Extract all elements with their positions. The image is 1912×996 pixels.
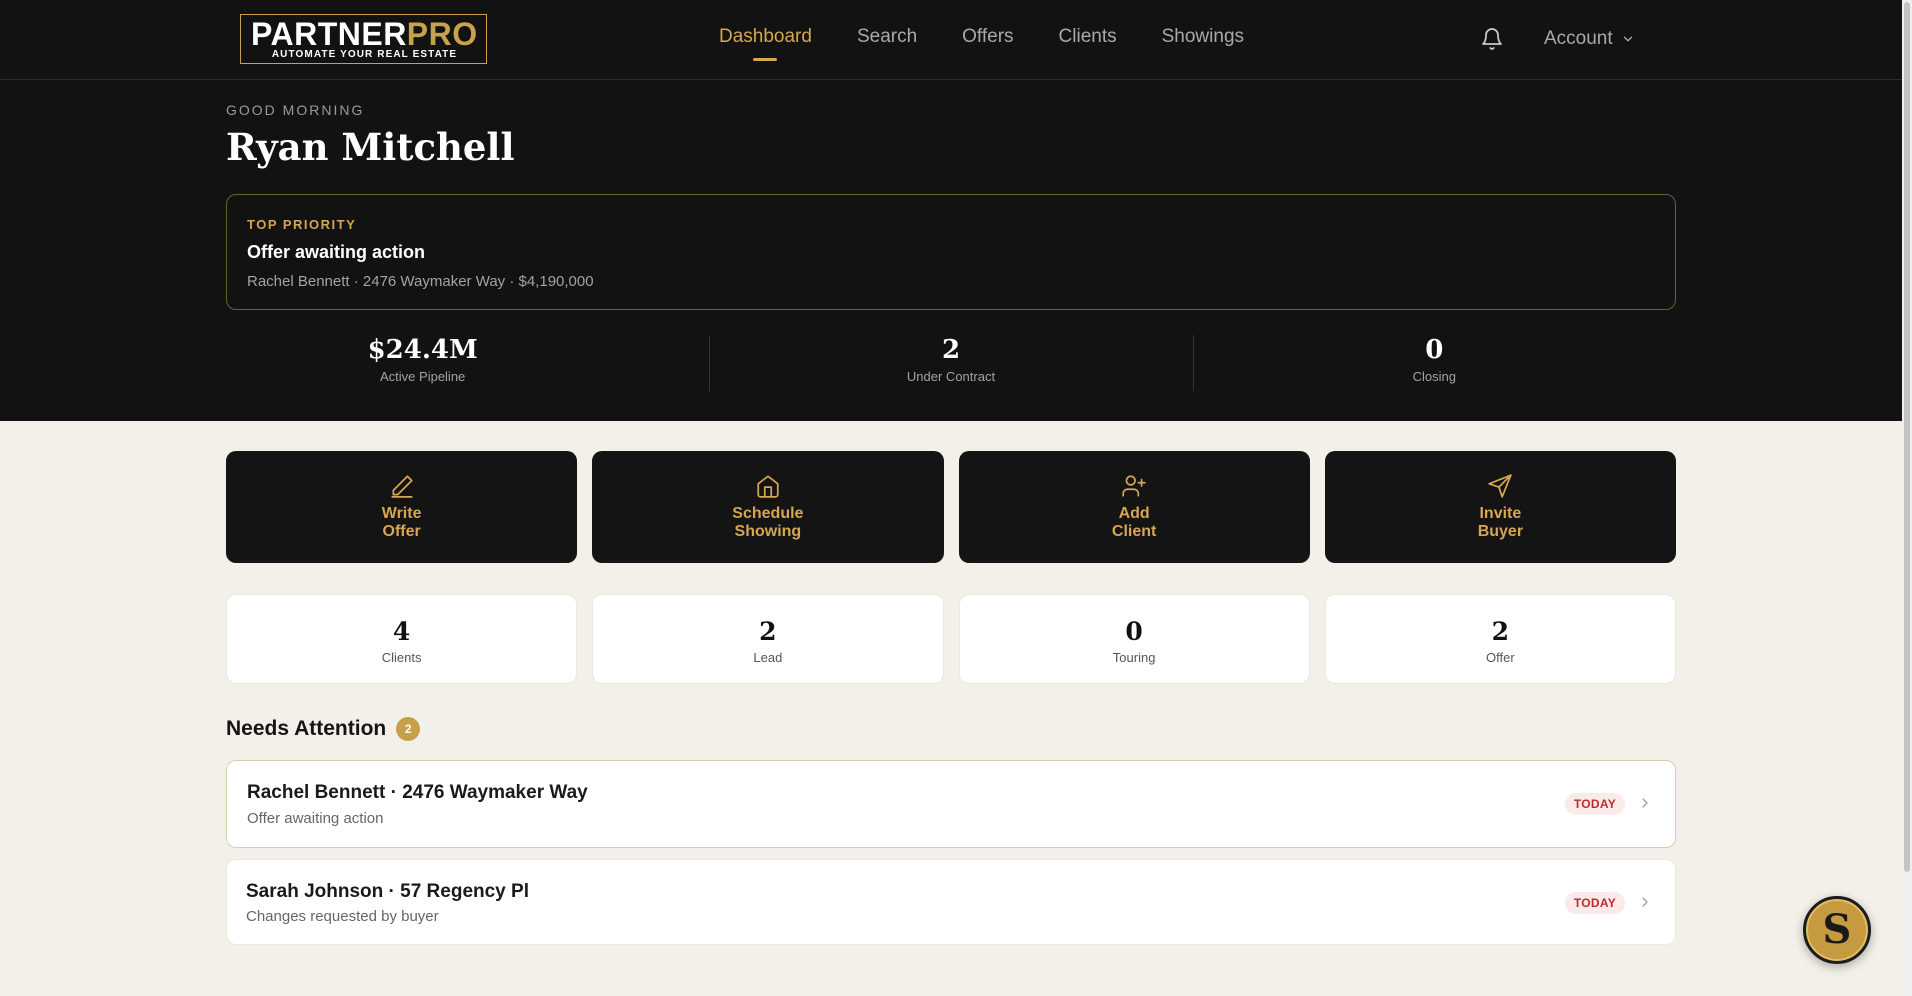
invite-buyer-button[interactable]: Invite Buyer: [1324, 451, 1676, 563]
attention-subtitle: Changes requested by buyer: [246, 908, 439, 925]
bell-icon[interactable]: [1480, 27, 1504, 51]
priority-label: TOP PRIORITY: [247, 217, 357, 232]
due-badge: TODAY: [1564, 793, 1625, 815]
action-label: Invite Buyer: [1477, 505, 1524, 540]
counter-label: Touring: [1112, 650, 1156, 665]
counter-value: 2: [1491, 617, 1510, 646]
nav-search[interactable]: Search: [857, 26, 917, 48]
pipeline-stats: $24.4M Active Pipeline 2 Under Contract …: [226, 333, 1676, 393]
nav-clients[interactable]: Clients: [1059, 26, 1117, 48]
needs-attention-header: Needs Attention 2: [226, 717, 421, 741]
add-user-icon: [1122, 475, 1146, 497]
section-title: Needs Attention: [226, 717, 387, 740]
brand-logo[interactable]: PARTNERPRO AUTOMATE YOUR REAL ESTATE: [240, 14, 487, 64]
main-nav: Dashboard Search Offers Clients Showings: [719, 26, 1289, 48]
action-label: Schedule Showing: [732, 505, 804, 540]
counter-value: 2: [759, 617, 777, 646]
client-counters: 4 Clients 2 Lead 0 Touring 2 Offer: [226, 594, 1676, 684]
send-icon: [1488, 474, 1513, 498]
write-offer-button[interactable]: Write Offer: [226, 451, 578, 563]
counter-touring[interactable]: 0 Touring: [958, 594, 1310, 684]
nav-offers[interactable]: Offers: [962, 26, 1013, 48]
counter-label: Lead: [753, 650, 783, 665]
logo-part1: PARTNER: [251, 16, 407, 52]
counter-label: Offer: [1486, 650, 1515, 665]
priority-details: Rachel Bennett · 2476 Waymaker Way · $4,…: [247, 273, 594, 290]
dashboard-header: PARTNERPRO AUTOMATE YOUR REAL ESTATE Das…: [0, 0, 1902, 421]
quick-actions: Write Offer Schedule Showing Add Client …: [226, 451, 1676, 563]
counter-value: 0: [1125, 617, 1143, 646]
assistant-initial: S: [1822, 906, 1852, 953]
assistant-button[interactable]: S: [1803, 896, 1871, 964]
schedule-showing-button[interactable]: Schedule Showing: [592, 451, 944, 563]
chevron-down-icon: [1623, 36, 1632, 42]
pencil-icon: [391, 475, 413, 498]
attention-title: Rachel Bennett · 2476 Waymaker Way: [247, 782, 588, 803]
counter-value: 4: [392, 617, 411, 646]
add-client-button[interactable]: Add Client: [958, 451, 1310, 563]
priority-title: Offer awaiting action: [247, 242, 426, 262]
counter-lead[interactable]: 2 Lead: [592, 594, 944, 684]
logo-wordmark: PARTNERPRO: [251, 16, 478, 52]
account-menu[interactable]: Account: [1544, 28, 1635, 50]
due-badge: TODAY: [1564, 892, 1625, 914]
attention-item[interactable]: Sarah Johnson · 57 Regency Pl Changes re…: [226, 859, 1676, 945]
attention-subtitle: Offer awaiting action: [247, 810, 384, 827]
page-scrollbar[interactable]: [1902, 0, 1912, 996]
stat-value: 0: [1425, 335, 1444, 365]
stat-value: $24.4M: [367, 335, 478, 365]
top-navbar: PARTNERPRO AUTOMATE YOUR REAL ESTATE Das…: [0, 0, 1902, 80]
chevron-right-icon: [1642, 897, 1648, 907]
logo-tagline: AUTOMATE YOUR REAL ESTATE: [271, 49, 458, 60]
action-label: Add Client: [1111, 505, 1157, 540]
account-label: Account: [1544, 28, 1613, 49]
stat-label: Active Pipeline: [380, 369, 466, 384]
stat-closing: 0 Closing: [1192, 333, 1676, 393]
nav-showings[interactable]: Showings: [1162, 26, 1244, 48]
attention-item[interactable]: Rachel Bennett · 2476 Waymaker Way Offer…: [226, 760, 1676, 848]
count-badge: 2: [396, 717, 421, 741]
top-priority-card[interactable]: TOP PRIORITY Offer awaiting action Rache…: [226, 194, 1676, 310]
stat-active-pipeline: $24.4M Active Pipeline: [226, 333, 709, 393]
chevron-right-icon: [1642, 798, 1648, 808]
nav-dashboard[interactable]: Dashboard: [719, 26, 812, 48]
counter-offer[interactable]: 2 Offer: [1324, 594, 1676, 684]
greeting-text: GOOD MORNING: [226, 102, 365, 118]
action-label: Write Offer: [381, 505, 422, 540]
stat-label: Under Contract: [906, 369, 996, 384]
counter-label: Clients: [381, 650, 422, 665]
attention-title: Sarah Johnson · 57 Regency Pl: [246, 881, 529, 902]
user-name: Ryan Mitchell: [226, 125, 515, 169]
logo-part2: PRO: [406, 16, 478, 52]
stat-value: 2: [941, 335, 961, 365]
home-icon: [757, 475, 779, 498]
counter-clients[interactable]: 4 Clients: [226, 594, 578, 684]
stat-under-contract: 2 Under Contract: [709, 333, 1192, 393]
scrollbar-thumb[interactable]: [1904, 2, 1910, 872]
stat-label: Closing: [1412, 369, 1456, 384]
